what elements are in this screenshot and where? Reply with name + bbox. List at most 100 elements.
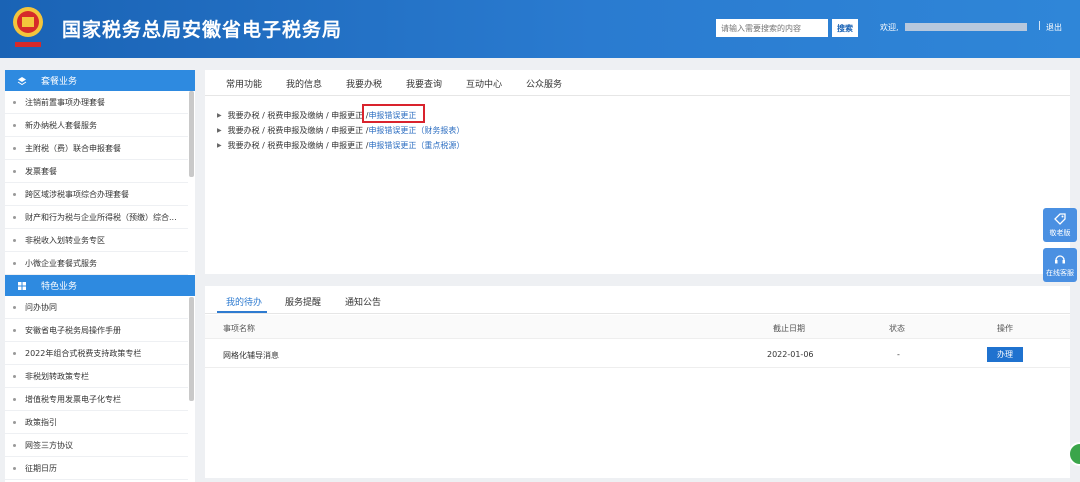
logout-link[interactable]: 退出 <box>1046 22 1062 33</box>
tab-my-info[interactable]: 我的信息 <box>286 77 322 90</box>
tax-emblem-icon <box>13 7 43 47</box>
function-panel: 常用功能 我的信息 我要办税 我要查询 互动中心 公众服务 ▶ 我要办税 / 税… <box>205 70 1070 274</box>
column-header: 状态 <box>889 324 905 333</box>
breadcrumb-path: 我要办税 / 税费申报及缴纳 / 申报更正 / <box>227 141 369 150</box>
sidebar-item-label: 问办协同 <box>25 302 57 312</box>
bullet-icon <box>13 146 16 150</box>
sidebar-item-label: 小微企业套餐式服务 <box>25 258 97 268</box>
table-row: 网格化辅导消息 2022-01-06 - 办理 <box>205 340 1070 368</box>
sidebar-item-label: 政策指引 <box>25 417 57 427</box>
sidebar-item-label: 安徽省电子税务局操作手册 <box>25 325 121 335</box>
function-tabs: 常用功能 我的信息 我要办税 我要查询 互动中心 公众服务 <box>205 70 1070 96</box>
sidebar-item-label: 增值税专用发票电子化专栏 <box>25 394 121 404</box>
sidebar-item[interactable]: 非税划转政策专栏 <box>5 365 188 388</box>
tab-common[interactable]: 常用功能 <box>226 77 262 90</box>
tab-tax-handle[interactable]: 我要办税 <box>346 77 382 90</box>
bullet-icon <box>13 397 16 401</box>
sidebar-item-label: 注销前置事项办理套餐 <box>25 97 105 107</box>
elder-mode-label: 敬老版 <box>1049 229 1071 237</box>
bullet-icon <box>13 420 16 424</box>
breadcrumb: ▶ 我要办税 / 税费申报及缴纳 / 申报更正 / 申报错误更正（财务报表） <box>217 123 464 138</box>
sidebar-scrollbar-top[interactable] <box>189 91 194 177</box>
table-header: 事项名称 截止日期 状态 操作 <box>205 315 1070 339</box>
header: 国家税务总局安徽省电子税务局 搜索 欢迎, | 退出 <box>0 0 1080 58</box>
sidebar-item-label: 主附税（费）联合申报套餐 <box>25 143 121 153</box>
breadcrumb-path: 我要办税 / 税费申报及缴纳 / 申报更正 / <box>227 111 369 120</box>
headset-icon <box>1055 255 1065 264</box>
column-header: 操作 <box>997 324 1013 333</box>
sidebar-item[interactable]: 增值税专用发票电子化专栏 <box>5 388 188 411</box>
highlight-box <box>362 104 425 123</box>
sidebar-item[interactable]: 主附税（费）联合申报套餐 <box>5 137 188 160</box>
sidebar-item-label: 网签三方协议 <box>25 440 73 450</box>
grid-icon <box>18 281 26 290</box>
breadcrumb: ▶ 我要办税 / 税费申报及缴纳 / 申报更正 / 申报错误更正 <box>217 108 464 123</box>
tab-my-todo[interactable]: 我的待办 <box>226 295 262 308</box>
bullet-icon <box>13 215 16 219</box>
sidebar-item-label: 征期日历 <box>25 463 57 473</box>
user-name-redacted <box>905 23 1027 31</box>
elder-mode-button[interactable]: 敬老版 <box>1043 208 1077 242</box>
todo-date: 2022-01-06 <box>767 350 814 359</box>
sidebar-item-label: 新办纳税人套餐服务 <box>25 120 97 130</box>
sidebar-section-title: 特色业务 <box>41 282 78 292</box>
breadcrumb-link[interactable]: 申报错误更正（重点税源） <box>368 140 464 151</box>
caret-right-icon: ▶ <box>217 127 222 134</box>
column-header: 事项名称 <box>223 324 255 333</box>
site-title: 国家税务总局安徽省电子税务局 <box>62 19 343 41</box>
search-button[interactable]: 搜索 <box>832 19 858 37</box>
sidebar-item-label: 2022年组合式税费支持政策专栏 <box>25 348 142 358</box>
tab-public[interactable]: 公众服务 <box>526 77 562 90</box>
online-service-label: 在线客服 <box>1046 269 1074 277</box>
sidebar-item[interactable]: 小微企业套餐式服务 <box>5 252 188 275</box>
sidebar-item[interactable]: 安徽省电子税务局操作手册 <box>5 319 188 342</box>
sidebar-item[interactable]: 政策指引 <box>5 411 188 434</box>
sidebar-section-package[interactable]: 套餐业务 <box>5 70 195 91</box>
tab-query[interactable]: 我要查询 <box>406 77 442 90</box>
header-divider: | <box>1038 21 1042 31</box>
todo-status: - <box>897 350 900 359</box>
bullet-icon <box>13 466 16 470</box>
sidebar: 套餐业务 注销前置事项办理套餐 新办纳税人套餐服务 主附税（费）联合申报套餐 发… <box>5 70 195 482</box>
sidebar-section-featured[interactable]: 特色业务 <box>5 275 195 296</box>
sidebar-item-label: 非税划转政策专栏 <box>25 371 89 381</box>
sidebar-scrollbar-bottom[interactable] <box>189 297 194 401</box>
bullet-icon <box>13 169 16 173</box>
bullet-icon <box>13 192 16 196</box>
caret-right-icon: ▶ <box>217 112 222 119</box>
breadcrumb: ▶ 我要办税 / 税费申报及缴纳 / 申报更正 / 申报错误更正（重点税源） <box>217 138 464 153</box>
online-service-button[interactable]: 在线客服 <box>1043 248 1077 282</box>
bullet-icon <box>13 374 16 378</box>
tab-interaction[interactable]: 互动中心 <box>466 77 502 90</box>
todo-panel: 我的待办 服务提醒 通知公告 事项名称 截止日期 状态 操作 网格化辅导消息 2… <box>205 286 1070 478</box>
sidebar-section-title: 套餐业务 <box>41 77 78 87</box>
sidebar-item[interactable]: 问办协同 <box>5 296 188 319</box>
breadcrumb-list: ▶ 我要办税 / 税费申报及缴纳 / 申报更正 / 申报错误更正 ▶ 我要办税 … <box>217 108 464 153</box>
sidebar-item[interactable]: 网签三方协议 <box>5 434 188 457</box>
breadcrumb-link[interactable]: 申报错误更正（财务报表） <box>368 125 464 136</box>
sidebar-item[interactable]: 注销前置事项办理套餐 <box>5 91 188 114</box>
tab-notice[interactable]: 通知公告 <box>345 295 381 308</box>
todo-name: 网格化辅导消息 <box>223 351 279 360</box>
sidebar-item[interactable]: 发票套餐 <box>5 160 188 183</box>
todo-tabs: 我的待办 服务提醒 通知公告 <box>205 286 1070 314</box>
search-input[interactable] <box>716 19 828 37</box>
breadcrumb-path: 我要办税 / 税费申报及缴纳 / 申报更正 / <box>227 126 369 135</box>
caret-right-icon: ▶ <box>217 142 222 149</box>
active-tab-underline <box>217 311 267 313</box>
sidebar-item[interactable]: 新办纳税人套餐服务 <box>5 114 188 137</box>
handle-button[interactable]: 办理 <box>987 347 1023 362</box>
bullet-icon <box>13 351 16 355</box>
sidebar-item[interactable]: 财产和行为税与企业所得税（预缴）综合... <box>5 206 188 229</box>
sidebar-item-label: 非税收入划转业务专区 <box>25 235 105 245</box>
bullet-icon <box>13 123 16 127</box>
sidebar-item-label: 财产和行为税与企业所得税（预缴）综合... <box>25 212 177 222</box>
tab-service-reminder[interactable]: 服务提醒 <box>285 295 321 308</box>
sidebar-item[interactable]: 跨区域涉税事项综合办理套餐 <box>5 183 188 206</box>
sidebar-item[interactable]: 2022年组合式税费支持政策专栏 <box>5 342 188 365</box>
layers-icon <box>17 76 27 85</box>
bullet-icon <box>13 238 16 242</box>
sidebar-item[interactable]: 征期日历 <box>5 457 188 480</box>
bullet-icon <box>13 328 16 332</box>
sidebar-item[interactable]: 非税收入划转业务专区 <box>5 229 188 252</box>
